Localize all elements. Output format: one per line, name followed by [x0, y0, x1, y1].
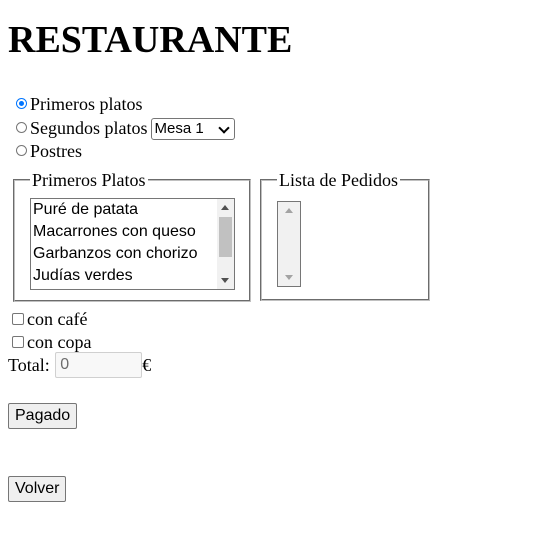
- pedidos-scrollbar[interactable]: [278, 202, 300, 286]
- scroll-up-icon[interactable]: [285, 208, 293, 213]
- radio-primeros-platos[interactable]: Primeros platos: [16, 93, 143, 115]
- page-title: RESTAURANTE: [8, 19, 293, 61]
- radio-button-checked[interactable]: [16, 98, 27, 109]
- platos-fieldset: Primeros Platos Puré de patata Macarrone…: [13, 170, 251, 302]
- list-item[interactable]: Macarrones con queso: [31, 221, 234, 243]
- radio-label: Segundos platos: [30, 118, 148, 138]
- list-item[interactable]: Garbanzos con chorizo: [31, 243, 234, 265]
- scroll-up-icon[interactable]: [221, 205, 229, 210]
- platos-legend: Primeros Platos: [30, 170, 148, 190]
- radio-label: Primeros platos: [30, 94, 143, 114]
- checkbox-row-copa[interactable]: con copa: [12, 331, 91, 353]
- list-item[interactable]: Judías verdes: [31, 265, 234, 287]
- mesa-select[interactable]: Mesa 1: [150, 117, 235, 140]
- cafe-checkbox[interactable]: [12, 313, 24, 325]
- pedidos-listbox[interactable]: [277, 201, 301, 287]
- total-label: Total:: [8, 355, 50, 375]
- platos-scrollbar[interactable]: [217, 199, 234, 289]
- volver-button[interactable]: Volver: [8, 476, 67, 502]
- mesa-select-value: Mesa 1: [154, 119, 204, 137]
- cafe-label: con café: [27, 309, 88, 329]
- copa-checkbox[interactable]: [12, 336, 24, 348]
- scroll-down-icon[interactable]: [285, 275, 293, 280]
- radio-button[interactable]: [16, 145, 27, 156]
- radio-label: Postres: [30, 141, 83, 161]
- scroll-down-icon[interactable]: [221, 278, 229, 283]
- platos-listbox[interactable]: Puré de patata Macarrones con queso Garb…: [30, 198, 235, 290]
- pagado-button[interactable]: Pagado: [8, 403, 78, 429]
- currency-symbol: €: [142, 355, 152, 375]
- radio-postres[interactable]: Postres: [16, 140, 82, 162]
- checkbox-row-cafe[interactable]: con café: [12, 308, 87, 330]
- copa-label: con copa: [27, 332, 92, 352]
- radio-segundos-platos[interactable]: Segundos platos Mesa 1: [16, 117, 235, 140]
- pedidos-fieldset: Lista de Pedidos: [260, 170, 430, 301]
- chevron-down-icon: [217, 122, 230, 134]
- list-item[interactable]: Puré de patata: [31, 199, 234, 221]
- scrollbar-thumb[interactable]: [219, 217, 232, 257]
- total-row: Total: 0 €: [8, 352, 151, 378]
- total-input[interactable]: 0: [55, 352, 143, 378]
- pedidos-legend: Lista de Pedidos: [277, 170, 400, 190]
- radio-button[interactable]: [16, 122, 27, 133]
